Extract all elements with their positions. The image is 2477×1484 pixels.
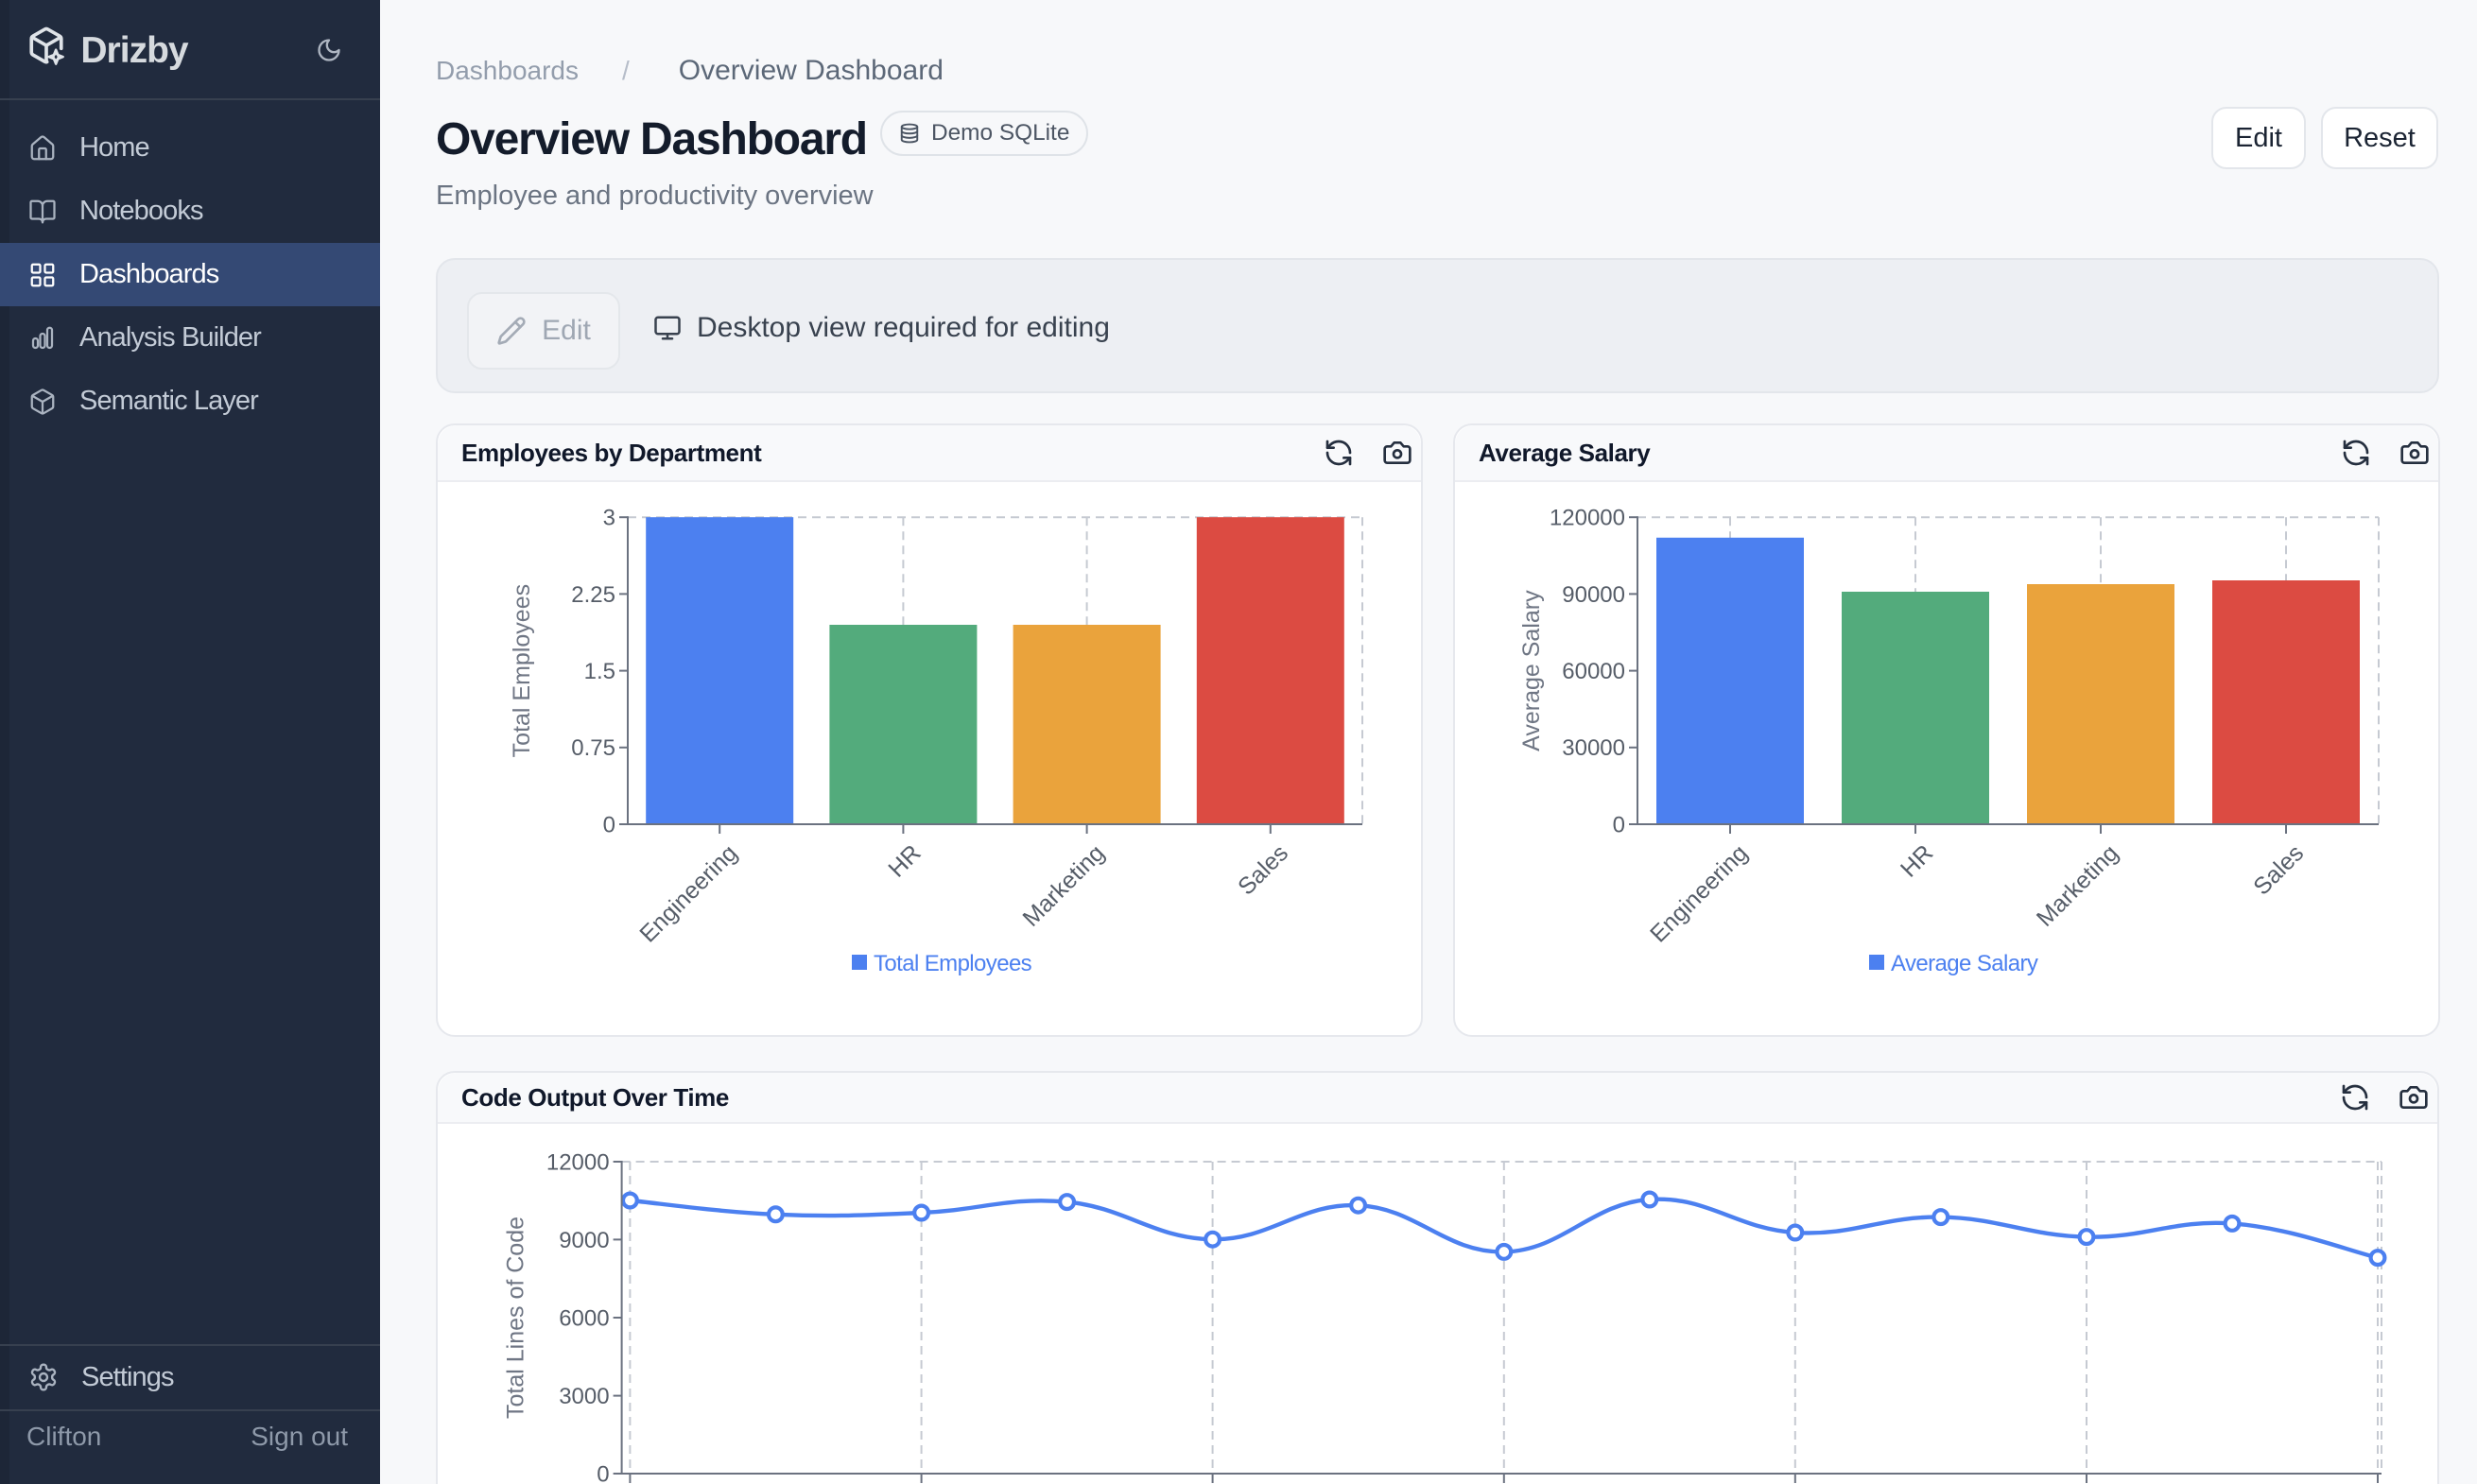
svg-text:2.25: 2.25	[571, 582, 615, 608]
svg-text:120000: 120000	[1550, 506, 1625, 531]
svg-text:1.5: 1.5	[584, 659, 615, 684]
svg-text:Engineering: Engineering	[634, 839, 742, 947]
svg-text:30000: 30000	[1562, 735, 1625, 761]
svg-text:6000: 6000	[559, 1305, 609, 1331]
svg-text:9000: 9000	[559, 1228, 609, 1253]
svg-text:Average Salary: Average Salary	[1518, 590, 1545, 751]
svg-text:Sales: Sales	[2248, 839, 2309, 900]
svg-text:12000: 12000	[546, 1149, 610, 1175]
svg-text:HR: HR	[883, 839, 926, 882]
svg-text:60000: 60000	[1562, 659, 1625, 684]
svg-text:0: 0	[1613, 812, 1625, 837]
svg-text:Total Employees: Total Employees	[874, 951, 1032, 976]
svg-text:Total Employees: Total Employees	[509, 584, 535, 757]
svg-text:Marketing: Marketing	[1017, 839, 1109, 931]
svg-text:3000: 3000	[559, 1384, 609, 1409]
svg-text:HR: HR	[1896, 839, 1938, 882]
svg-text:90000: 90000	[1562, 582, 1625, 608]
svg-text:Engineering: Engineering	[1645, 839, 1753, 947]
svg-text:0: 0	[597, 1461, 609, 1484]
svg-text:Average Salary: Average Salary	[1891, 951, 2038, 976]
svg-text:0.75: 0.75	[571, 735, 615, 761]
svg-text:0: 0	[603, 812, 615, 837]
svg-text:Sales: Sales	[1233, 839, 1293, 900]
svg-text:Marketing: Marketing	[2032, 839, 2123, 931]
svg-text:3: 3	[603, 506, 615, 531]
svg-text:Total Lines of Code: Total Lines of Code	[503, 1217, 529, 1419]
